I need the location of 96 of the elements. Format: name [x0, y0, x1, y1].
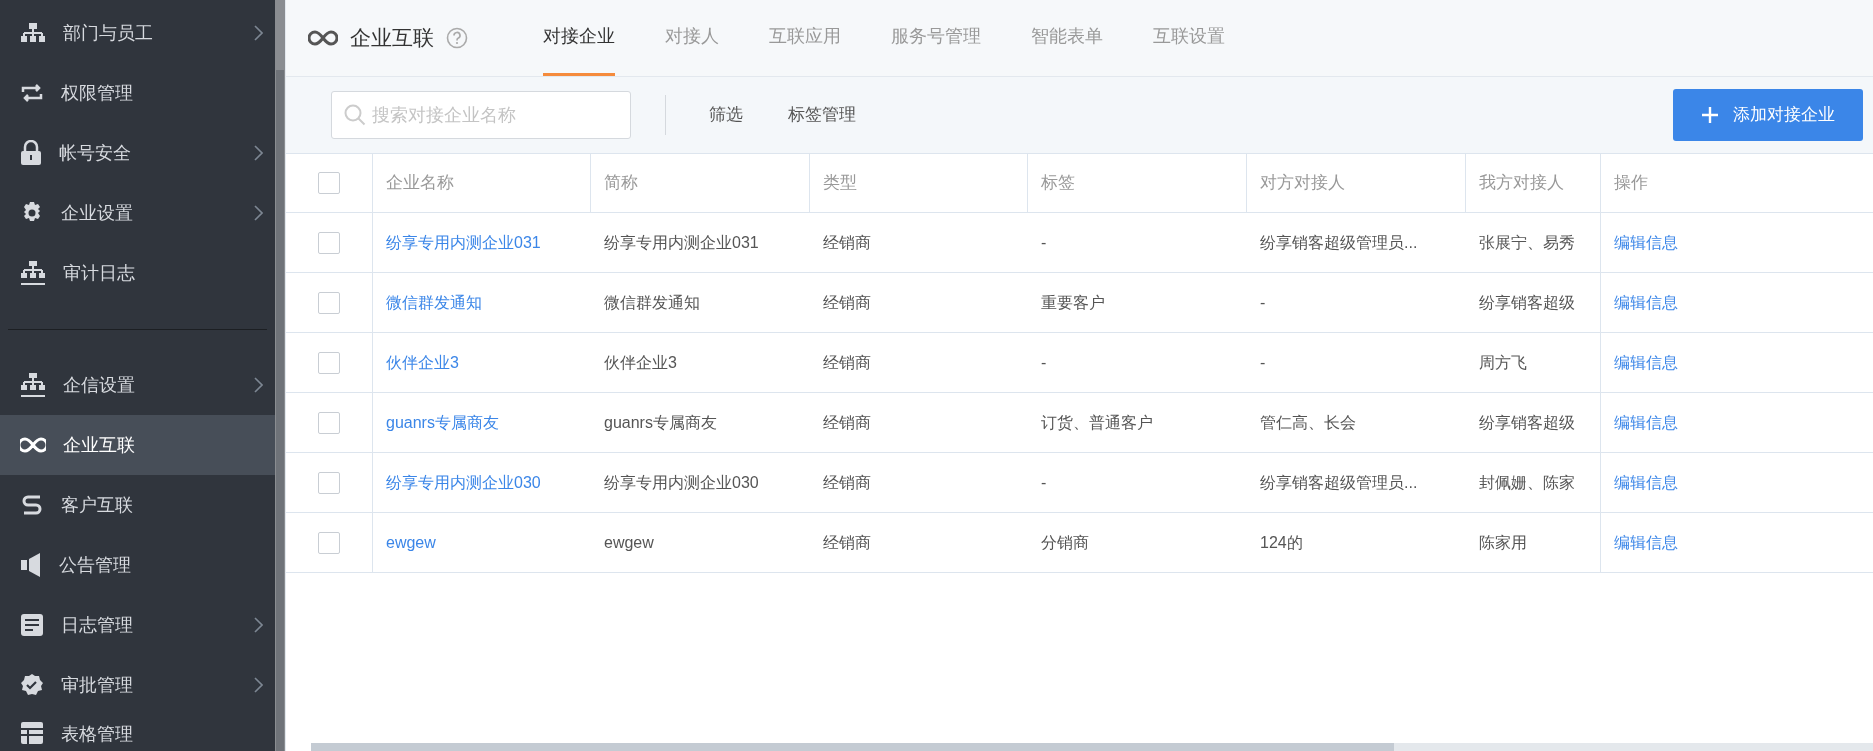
column-header: 简称 — [604, 172, 638, 195]
sidebar-item[interactable]: 部门与员工 — [0, 3, 275, 63]
table-cell-text: 纷享销客超级 — [1479, 292, 1575, 313]
column-header: 操作 — [1614, 172, 1648, 195]
search-field[interactable]: 搜索对接企业名称 — [331, 91, 631, 139]
infinity-icon — [308, 30, 338, 46]
company-link[interactable]: 微信群发通知 — [386, 290, 482, 315]
table-cell-text: 微信群发通知 — [604, 292, 700, 313]
table-cell-text: - — [1260, 292, 1266, 313]
table-cell-text: 伙伴企业3 — [604, 352, 677, 373]
checkbox[interactable] — [318, 471, 340, 494]
company-link[interactable]: 伙伴企业3 — [386, 350, 459, 375]
plus-icon — [1701, 106, 1719, 124]
checkbox[interactable] — [318, 531, 340, 554]
table-cell-text: 124的 — [1260, 532, 1303, 553]
table-icon — [20, 721, 44, 745]
company-link[interactable]: guanrs专属商友 — [386, 410, 499, 435]
table-cell-text: 纷享销客超级 — [1479, 412, 1575, 433]
tab[interactable]: 互联应用 — [769, 0, 841, 76]
add-button[interactable]: 添加对接企业 — [1673, 89, 1863, 141]
sidebar-item[interactable]: 企业设置 — [0, 183, 275, 243]
table-cell-text: 周方飞 — [1479, 352, 1527, 373]
toolbar-link[interactable]: 筛选 — [709, 102, 743, 128]
edit-link[interactable]: 编辑信息 — [1614, 470, 1678, 495]
table-cell-text: 经销商 — [823, 532, 871, 553]
table-cell-text: - — [1260, 352, 1266, 373]
scrollbar-thumb[interactable] — [311, 743, 1394, 751]
sidebar-item[interactable]: 审计日志 — [0, 243, 275, 303]
table-cell-text: 张展宁、易秀 — [1479, 232, 1575, 253]
table-cell-text: 纷享销客超级管理员... — [1260, 232, 1418, 253]
lock-icon — [20, 140, 42, 166]
org-chart-icon — [20, 372, 46, 398]
tab[interactable]: 互联设置 — [1153, 0, 1225, 76]
sidebar-item[interactable]: 审批管理 — [0, 655, 275, 715]
edit-link[interactable]: 编辑信息 — [1614, 530, 1678, 555]
table-cell-text: ewgew — [604, 532, 654, 553]
scrollbar-thumb[interactable] — [276, 70, 284, 751]
edit-link[interactable]: 编辑信息 — [1614, 290, 1678, 315]
document-icon — [20, 613, 44, 637]
table-cell-text: 纷享销客超级管理员... — [1260, 472, 1418, 493]
table-cell-text: guanrs专属商友 — [604, 412, 717, 433]
sidebar-item[interactable]: 企信设置 — [0, 355, 275, 415]
tab[interactable]: 对接人 — [665, 0, 719, 76]
checkbox[interactable] — [318, 172, 340, 194]
table-cell-text: 纷享专用内测企业030 — [604, 472, 759, 493]
megaphone-icon — [20, 552, 42, 578]
tab[interactable]: 智能表单 — [1031, 0, 1103, 76]
company-link[interactable]: ewgew — [386, 530, 436, 555]
column-header: 类型 — [823, 172, 857, 195]
table-cell-text: 封佩姗、陈家 — [1479, 472, 1575, 493]
sidebar-item[interactable]: 公告管理 — [0, 535, 275, 595]
checkbox[interactable] — [318, 231, 340, 254]
table-cell-text: 经销商 — [823, 232, 871, 253]
table-cell-text: 管仁高、长会 — [1260, 412, 1356, 433]
column-header: 企业名称 — [386, 172, 454, 195]
table-cell-text: 陈家用 — [1479, 532, 1527, 553]
edit-link[interactable]: 编辑信息 — [1614, 350, 1678, 375]
checkbox[interactable] — [318, 291, 340, 314]
search-icon — [344, 104, 366, 126]
table-cell-text: 经销商 — [823, 472, 871, 493]
sidebar-item[interactable]: 日志管理 — [0, 595, 275, 655]
toolbar-link[interactable]: 标签管理 — [788, 102, 856, 128]
sidebar-item[interactable]: 帐号安全 — [0, 123, 275, 183]
column-header: 对方对接人 — [1260, 172, 1345, 195]
company-link[interactable]: 纷享专用内测企业030 — [386, 470, 541, 495]
tab[interactable]: 服务号管理 — [891, 0, 981, 76]
table-cell-text: 分销商 — [1041, 532, 1089, 553]
sidebar-item[interactable]: 企业互联 — [0, 415, 275, 475]
edit-link[interactable]: 编辑信息 — [1614, 230, 1678, 255]
company-link[interactable]: 纷享专用内测企业031 — [386, 230, 541, 255]
sidebar-item[interactable]: 权限管理 — [0, 63, 275, 123]
column-header: 标签 — [1041, 172, 1075, 195]
sidebar-item[interactable]: 表格管理 — [0, 715, 275, 751]
table-cell-text: 经销商 — [823, 292, 871, 313]
swap-arrows-icon — [20, 83, 44, 103]
org-chart-icon — [20, 260, 46, 286]
table-cell-text: 订货、普通客户 — [1041, 412, 1153, 433]
org-chart-icon — [20, 22, 46, 44]
search-input[interactable]: 搜索对接企业名称 — [372, 101, 618, 129]
table-cell-text: 经销商 — [823, 352, 871, 373]
column-header: 我方对接人 — [1479, 172, 1564, 195]
check-badge-icon — [20, 673, 44, 697]
infinity-icon — [20, 437, 46, 453]
link-icon — [20, 494, 44, 516]
table-cell-text: - — [1041, 352, 1047, 373]
table-cell-text: 纷享专用内测企业031 — [604, 232, 759, 253]
help-icon[interactable] — [446, 27, 468, 49]
table-cell-text: 重要客户 — [1041, 292, 1105, 313]
table-cell-text: - — [1041, 472, 1047, 493]
page-title: 企业互联 — [350, 25, 434, 52]
table-cell-text: 经销商 — [823, 412, 871, 433]
checkbox[interactable] — [318, 351, 340, 374]
checkbox[interactable] — [318, 411, 340, 434]
sidebar-item[interactable]: 客户互联 — [0, 475, 275, 535]
edit-link[interactable]: 编辑信息 — [1614, 410, 1678, 435]
table-cell-text: - — [1041, 232, 1047, 253]
